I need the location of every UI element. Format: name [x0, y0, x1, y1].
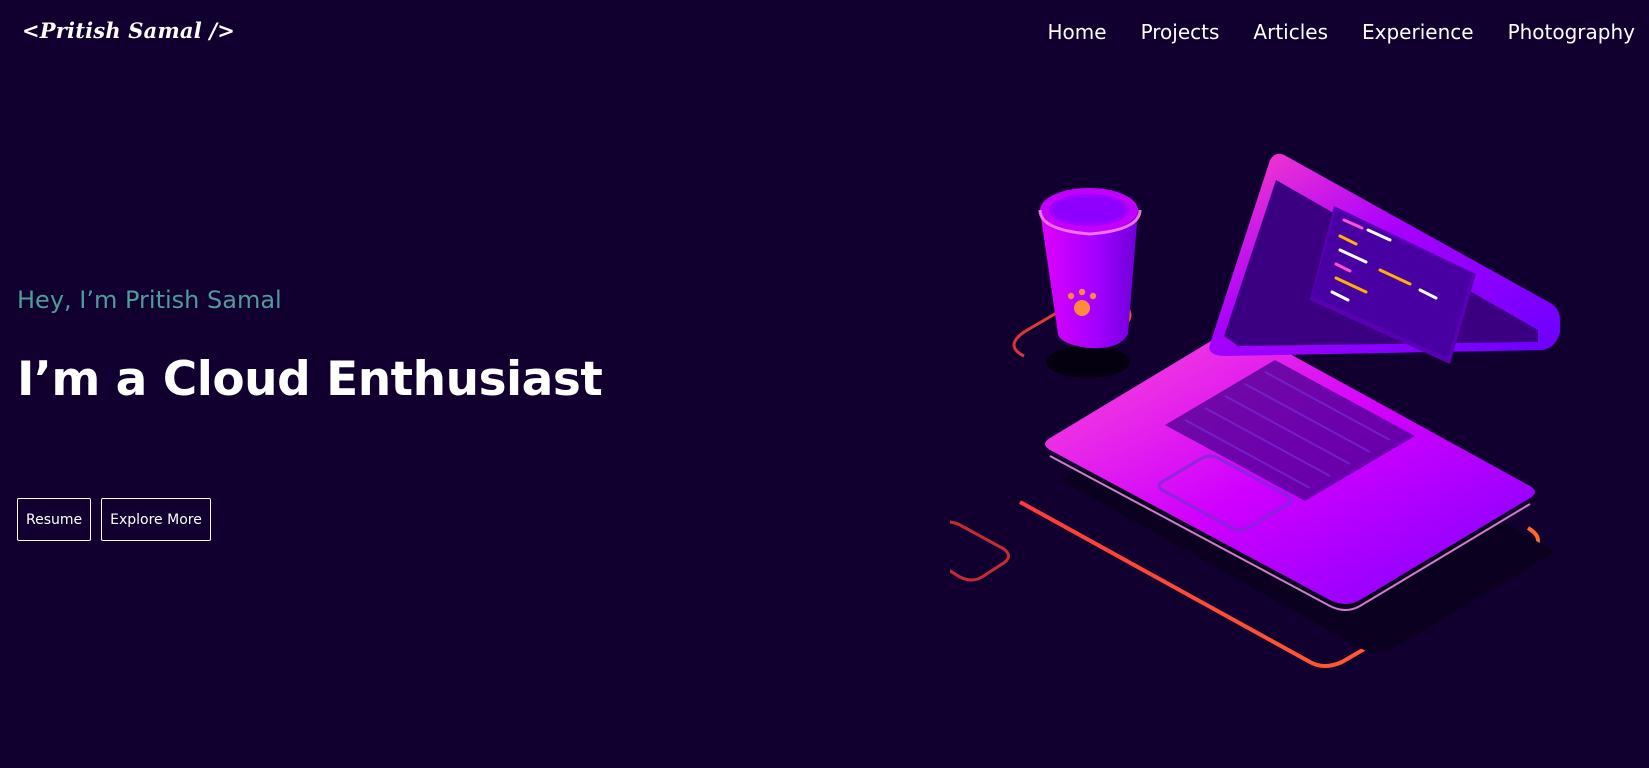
isometric-laptop-and-coffee-cup-icon [919, 153, 1560, 668]
main-nav: Home Projects Articles Experience Photog… [1048, 20, 1636, 44]
hero-greeting: Hey, I’m Pritish Samal [17, 286, 282, 314]
nav-experience[interactable]: Experience [1362, 20, 1474, 44]
explore-more-button[interactable]: Explore More [101, 498, 211, 541]
hero-actions: Resume Explore More [17, 498, 211, 541]
site-logo[interactable]: <Pritish Samal /> [22, 18, 235, 43]
nav-photography[interactable]: Photography [1508, 20, 1635, 44]
hero-section: Hey, I’m Pritish Samal I’m a Cloud Enthu… [17, 286, 817, 407]
navbar: <Pritish Samal /> Home Projects Articles… [0, 0, 1649, 70]
nav-articles[interactable]: Articles [1253, 20, 1328, 44]
resume-button[interactable]: Resume [17, 498, 92, 541]
hero-headline: I’m a Cloud Enthusiast [17, 352, 603, 407]
laptop-illustration [919, 150, 1640, 710]
nav-home[interactable]: Home [1048, 20, 1107, 44]
nav-projects[interactable]: Projects [1141, 20, 1220, 44]
